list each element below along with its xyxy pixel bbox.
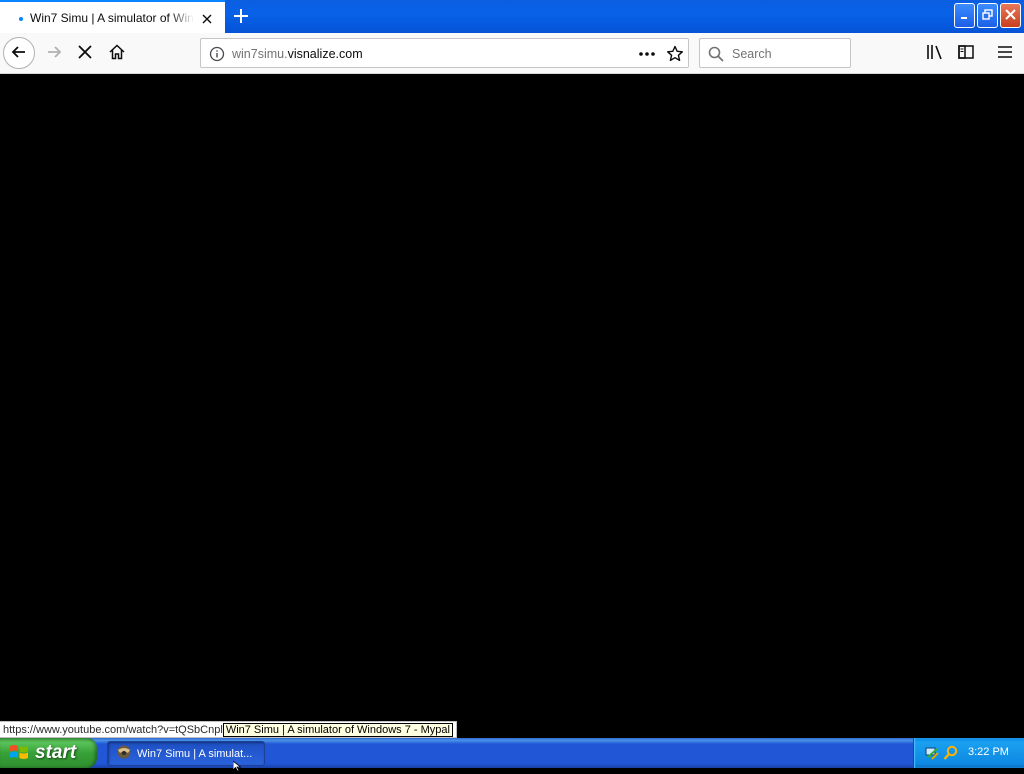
network-icon[interactable]	[924, 745, 940, 764]
forward-button[interactable]	[38, 37, 70, 69]
arrow-left-icon	[11, 44, 27, 63]
url-text[interactable]: win7simu.visnalize.com	[232, 47, 363, 61]
search-bar[interactable]: Search	[699, 38, 851, 68]
arrow-right-icon	[46, 44, 62, 63]
library-icon	[926, 44, 944, 63]
search-placeholder: Search	[732, 47, 772, 61]
minimize-button[interactable]	[954, 3, 975, 28]
minimize-icon	[960, 9, 970, 23]
sidebar-icon	[958, 44, 974, 62]
page-content[interactable]	[0, 75, 1024, 738]
link-status-bar: https://www.youtube.com/watch?v=tQSbCnpl…	[0, 721, 457, 738]
tab-title: Win7 Simu | A simulator of Windows 7 - M…	[30, 11, 194, 25]
info-icon[interactable]	[209, 46, 225, 65]
window-close-button[interactable]	[1000, 3, 1021, 28]
search-magnifier-icon[interactable]	[943, 745, 959, 764]
navigation-toolbar: win7simu.visnalize.com Search	[0, 33, 1024, 74]
start-label: start	[35, 742, 77, 763]
taskbar-window-label: Win7 Simu | A simulat...	[137, 747, 253, 760]
sidebar-toggle-button[interactable]	[950, 37, 982, 69]
home-button[interactable]	[101, 37, 133, 69]
restore-icon	[982, 8, 993, 23]
browser-tab[interactable]: Win7 Simu | A simulator of Windows 7 - M…	[0, 0, 225, 33]
search-icon	[708, 46, 724, 65]
plus-icon	[234, 8, 248, 26]
stop-x-icon	[78, 44, 92, 62]
hamburger-menu-icon	[997, 45, 1013, 62]
browser-app-icon	[116, 744, 132, 763]
open-menu-button[interactable]	[989, 37, 1021, 69]
url-bar[interactable]: win7simu.visnalize.com	[200, 38, 689, 68]
windows-logo-icon	[9, 743, 29, 764]
start-button[interactable]: start	[0, 738, 97, 768]
back-button[interactable]	[3, 37, 35, 69]
tab-loading-indicator	[19, 17, 23, 21]
taskbar: start Win7 Simu | A simulat... 3:22 PM	[0, 738, 1024, 768]
page-actions-icon[interactable]	[638, 45, 656, 66]
mouse-cursor-icon	[232, 760, 243, 774]
tab-close-icon[interactable]	[198, 10, 216, 28]
restore-button[interactable]	[977, 3, 998, 28]
browser-titlebar: Win7 Simu | A simulator of Windows 7 - M…	[0, 0, 1024, 33]
url-host: visnalize.com	[287, 47, 363, 61]
stop-button[interactable]	[69, 37, 101, 69]
close-icon	[1005, 8, 1016, 23]
url-prefix: win7simu.	[232, 47, 288, 61]
system-tray: 3:22 PM	[913, 738, 1024, 768]
tooltip: Win7 Simu | A simulator of Windows 7 - M…	[222, 722, 453, 737]
status-link-url: https://www.youtube.com/watch?v=tQSbCnpl	[3, 723, 223, 736]
library-button[interactable]	[919, 37, 951, 69]
home-icon	[109, 43, 125, 63]
new-tab-button[interactable]	[229, 5, 253, 29]
bookmark-star-icon[interactable]	[666, 45, 684, 66]
clock: 3:22 PM	[968, 746, 1009, 758]
